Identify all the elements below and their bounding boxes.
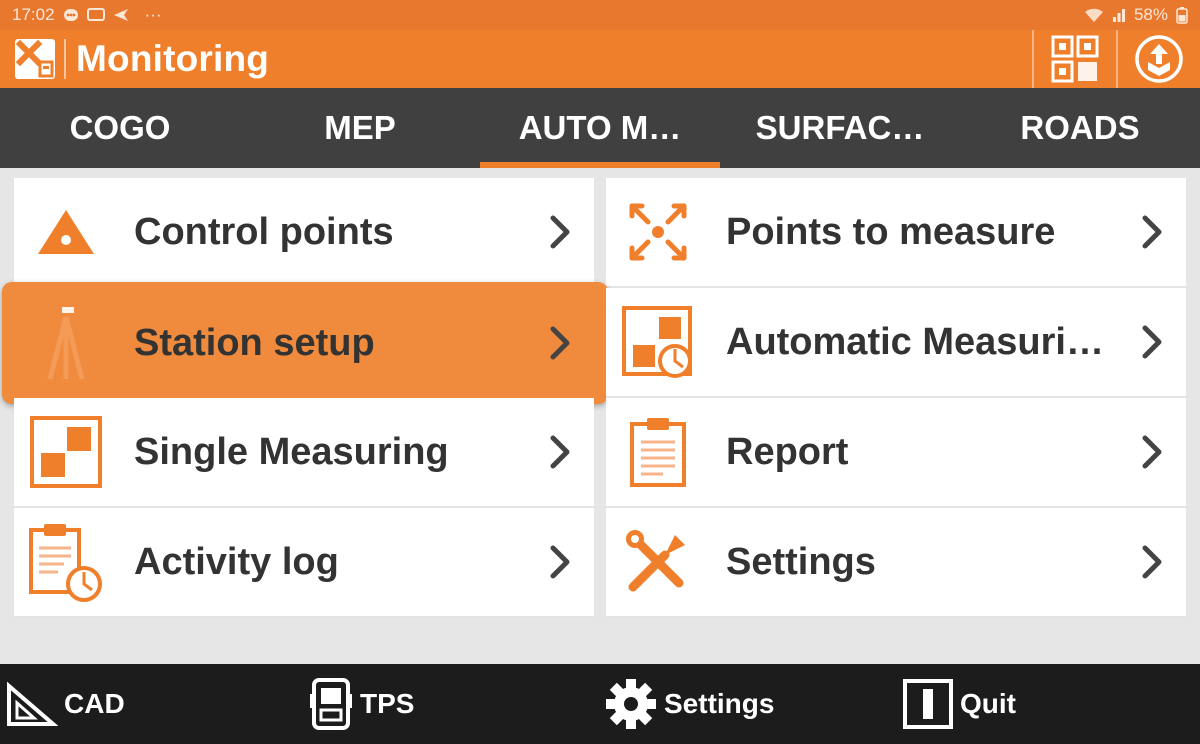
set-square-icon (7, 681, 58, 726)
chevron-right-icon (1130, 312, 1174, 372)
cad-button[interactable]: CAD (6, 664, 125, 744)
menu-item-single-measuring[interactable]: Single Measuring (14, 398, 594, 508)
menu-item-points-to-measure[interactable]: Points to measure (606, 178, 1186, 288)
send-icon (113, 8, 129, 22)
menu-item-label: Automatic Measuri… (726, 320, 1104, 363)
menu-item-label: Control points (134, 210, 394, 253)
tab-auto-measuring[interactable]: AUTO M… (480, 88, 720, 168)
tab-cogo[interactable]: COGO (0, 88, 240, 168)
automatic-measuring-icon (618, 302, 698, 382)
chevron-right-icon (538, 202, 582, 262)
status-bar: 17:02 ··· 58% (0, 0, 1200, 30)
report-icon (618, 412, 698, 492)
chevron-right-icon (538, 422, 582, 482)
chevron-right-icon (538, 313, 582, 373)
notification-icon (63, 8, 79, 22)
cad-label: CAD (64, 688, 125, 719)
settings-button[interactable]: Settings (604, 664, 774, 744)
status-left: 17:02 ··· (12, 5, 162, 25)
quit-label: Quit (960, 688, 1016, 719)
menu-item-label: Settings (726, 540, 876, 583)
tab-roads[interactable]: ROADS (960, 88, 1200, 168)
activity-log-icon (26, 522, 106, 602)
qr-code-button[interactable] (1032, 30, 1116, 88)
exit-door-icon (903, 679, 953, 729)
menu-item-station-setup[interactable]: Station setup (2, 282, 608, 404)
menu-grid: Control points Points to measure Station… (2, 178, 1186, 618)
status-time: 17:02 (12, 5, 55, 24)
battery-icon (1176, 6, 1188, 24)
total-station-icon (310, 678, 352, 730)
status-right: 58% (1084, 5, 1188, 25)
menu-item-automatic-measuring[interactable]: Automatic Measuri… (606, 288, 1186, 398)
menu-item-activity-log[interactable]: Activity log (14, 508, 594, 618)
header-divider (64, 39, 66, 79)
signal-icon (1112, 7, 1126, 23)
chevron-right-icon (1130, 202, 1174, 262)
menu-item-label: Activity log (134, 540, 339, 583)
menu-item-settings[interactable]: Settings (606, 508, 1186, 618)
tab-surface[interactable]: SURFAC… (720, 88, 960, 168)
tps-label: TPS (360, 688, 415, 719)
settings-label: Settings (664, 688, 775, 719)
tab-bar: COGO MEP AUTO M… SURFAC… ROADS (0, 88, 1200, 168)
wrench-screwdriver-icon (618, 522, 698, 602)
sync-button[interactable] (1116, 30, 1200, 88)
menu-item-label: Single Measuring (134, 430, 449, 473)
chevron-right-icon (1130, 532, 1174, 592)
tripod-icon (26, 303, 106, 383)
menu-item-label: Station setup (134, 321, 375, 364)
quit-button[interactable]: Quit (902, 664, 1016, 744)
chevron-right-icon (538, 532, 582, 592)
points-to-measure-icon (618, 192, 698, 272)
control-points-icon (26, 192, 106, 272)
wifi-icon (1084, 7, 1104, 23)
app-title: Monitoring (76, 38, 270, 79)
menu-item-label: Points to measure (726, 210, 1056, 253)
tab-mep[interactable]: MEP (240, 88, 480, 168)
bottom-bar: CAD TPS Settings Quit (0, 664, 1200, 744)
cast-icon (86, 8, 105, 22)
header-actions (1032, 30, 1200, 88)
app-header: Monitoring (0, 30, 1200, 88)
menu-item-report[interactable]: Report (606, 398, 1186, 508)
single-measuring-icon (26, 412, 106, 492)
menu-item-control-points[interactable]: Control points (14, 178, 594, 288)
battery-percent: 58% (1133, 5, 1168, 24)
status-dots: ··· (144, 5, 162, 24)
app-logo-icon[interactable] (12, 36, 58, 82)
gear-icon (606, 679, 656, 729)
tps-button[interactable]: TPS (308, 664, 414, 744)
menu-item-label: Report (726, 430, 849, 473)
qr-code-icon (1051, 35, 1099, 83)
chevron-right-icon (1130, 422, 1174, 482)
upload-box-icon (1135, 35, 1183, 83)
